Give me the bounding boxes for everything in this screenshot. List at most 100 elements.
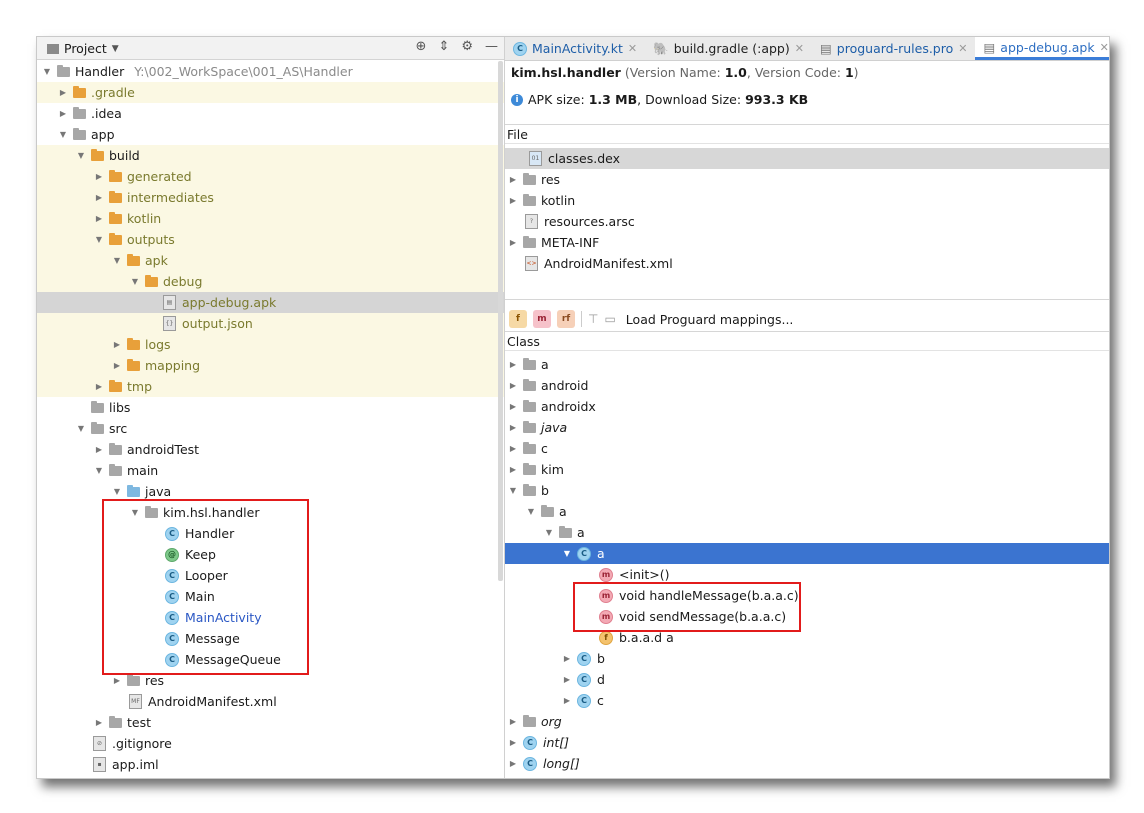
tree-item-label: libs [109,400,131,415]
file-row[interactable]: ? resources.arsc [505,211,1109,232]
close-icon[interactable]: ✕ [958,42,967,55]
tree-item[interactable]: ▶ .gradle [37,82,504,103]
tree-item[interactable]: ⊘ .gitignore [37,733,504,754]
class-row[interactable]: ▼ b [505,480,1109,501]
package-name: kim.hsl.handler [511,65,621,80]
class-row[interactable]: ▶ C b [505,648,1109,669]
tree-item[interactable]: C Message [37,628,504,649]
class-column-header[interactable]: Class [505,331,1109,351]
file-label: AndroidManifest.xml [544,256,673,271]
collapse-all-icon[interactable]: ⇕ [438,39,449,54]
file-row[interactable]: ▶ kotlin [505,190,1109,211]
class-label: a [559,504,567,519]
tree-item[interactable]: ▼ debug [37,271,504,292]
tree-item[interactable]: ▶ intermediates [37,187,504,208]
class-row[interactable]: ▶ androidx [505,396,1109,417]
tree-item[interactable]: ▶ .idea [37,103,504,124]
folder-icon [109,211,122,224]
class-row[interactable]: ▶ kim [505,459,1109,480]
method-row[interactable]: m void sendMessage(b.a.a.c) [505,606,1109,627]
tree-item[interactable]: ▼ java [37,481,504,502]
tree-item[interactable]: {} output.json [37,313,504,334]
tree-item[interactable]: ▪ app.iml [37,754,504,775]
close-icon[interactable]: ✕ [795,42,804,55]
field-row[interactable]: f b.a.a.d a [505,627,1109,648]
tree-item[interactable]: @ Keep [37,544,504,565]
class-row[interactable]: ▶ org [505,711,1109,732]
close-icon[interactable]: ✕ [1100,41,1109,54]
class-row[interactable]: ▶ c [505,438,1109,459]
method-row[interactable]: m void handleMessage(b.a.a.c) [505,585,1109,606]
method-label: void handleMessage(b.a.a.c) [619,588,799,603]
minimize-icon[interactable]: — [485,39,498,54]
project-view-selector[interactable]: Project ▼ [47,41,119,56]
tree-item[interactable]: C MainActivity [37,607,504,628]
tab-label: build.gradle (:app) [673,41,790,56]
tree-item[interactable]: C Main [37,586,504,607]
tree-item[interactable]: ▼ src [37,418,504,439]
tree-item[interactable]: MF AndroidManifest.xml [37,691,504,712]
tab-proguard-rules[interactable]: ▤ proguard-rules.pro ✕ [812,37,976,60]
tree-item[interactable]: ▶ tmp [37,376,504,397]
class-row[interactable]: ▼ a [505,501,1109,522]
tree-item[interactable]: C Looper [37,565,504,586]
locate-icon[interactable]: ⊕ [416,39,427,54]
file-row[interactable]: 01 classes.dex [505,148,1109,169]
class-label: d [597,672,605,687]
tree-item[interactable]: ▶ kotlin [37,208,504,229]
load-proguard-mappings-button[interactable]: Load Proguard mappings... [626,312,794,327]
collapsed-arrow-icon: ▶ [95,718,103,727]
collapsed-arrow-icon: ▶ [509,738,517,747]
tree-item[interactable]: ▶ androidTest [37,439,504,460]
tree-root[interactable]: ▼ Handler Y:\002_WorkSpace\001_AS\Handle… [37,61,504,82]
tree-item[interactable]: ▼ kim.hsl.handler [37,502,504,523]
tree-item[interactable]: ▶ mapping [37,355,504,376]
tab-app-debug-apk[interactable]: ▤ app-debug.apk ✕ [975,37,1109,60]
class-row[interactable]: ▶ C d [505,669,1109,690]
collapsed-arrow-icon: ▶ [563,675,571,684]
show-references-button[interactable]: rf [557,310,575,328]
tree-item-label: kotlin [127,211,162,226]
class-label: a [577,525,585,540]
tree-item[interactable]: ▶ generated [37,166,504,187]
tree-item[interactable]: C MessageQueue [37,649,504,670]
class-row[interactable]: ▶ java [505,417,1109,438]
arsc-file-icon: ? [525,214,538,229]
tree-item[interactable]: C Handler [37,523,504,544]
gear-icon[interactable]: ⚙ [461,39,473,54]
show-methods-button[interactable]: m [533,310,551,328]
tab-mainactivity[interactable]: C MainActivity.kt ✕ [505,37,645,60]
class-row[interactable]: ▶ C c [505,690,1109,711]
tree-item[interactable]: ▼ outputs [37,229,504,250]
class-row[interactable]: ▶ android [505,375,1109,396]
tree-item[interactable]: ▶ res [37,670,504,691]
tab-build-gradle[interactable]: 🐘 build.gradle (:app) ✕ [645,37,812,60]
file-column-header[interactable]: File [505,124,1109,144]
deobfuscate-icon[interactable]: ▭ [604,312,615,326]
tree-item[interactable]: ▼ apk [37,250,504,271]
class-row[interactable]: ▶ C int[] [505,732,1109,753]
file-row[interactable]: ▶ res [505,169,1109,190]
tree-item-selected[interactable]: ▤ app-debug.apk [37,292,504,313]
split-divider[interactable] [505,299,1109,300]
tree-item[interactable]: ▼ app [37,124,504,145]
tree-item[interactable]: ▶ logs [37,334,504,355]
tree-item[interactable]: ▶ test [37,712,504,733]
tree-item[interactable]: libs [37,397,504,418]
close-icon[interactable]: ✕ [628,42,637,55]
hierarchy-icon[interactable]: ⊤ [588,312,598,326]
file-row[interactable]: ▶ META-INF [505,232,1109,253]
scrollbar[interactable] [498,61,503,581]
class-row[interactable]: ▶ C long[] [505,753,1109,774]
method-row[interactable]: m <init>() [505,564,1109,585]
class-row[interactable]: ▼ a [505,522,1109,543]
tree-item-label: test [127,715,152,730]
class-row[interactable]: ▶ a [505,354,1109,375]
class-label: c [541,441,548,456]
class-row-selected[interactable]: ▼ C a [505,543,1109,564]
file-row[interactable]: <> AndroidManifest.xml [505,253,1109,274]
show-fields-button[interactable]: f [509,310,527,328]
tree-item[interactable]: ▼ main [37,460,504,481]
tree-item-label: MainActivity [185,610,262,625]
tree-item[interactable]: ▼ build [37,145,504,166]
